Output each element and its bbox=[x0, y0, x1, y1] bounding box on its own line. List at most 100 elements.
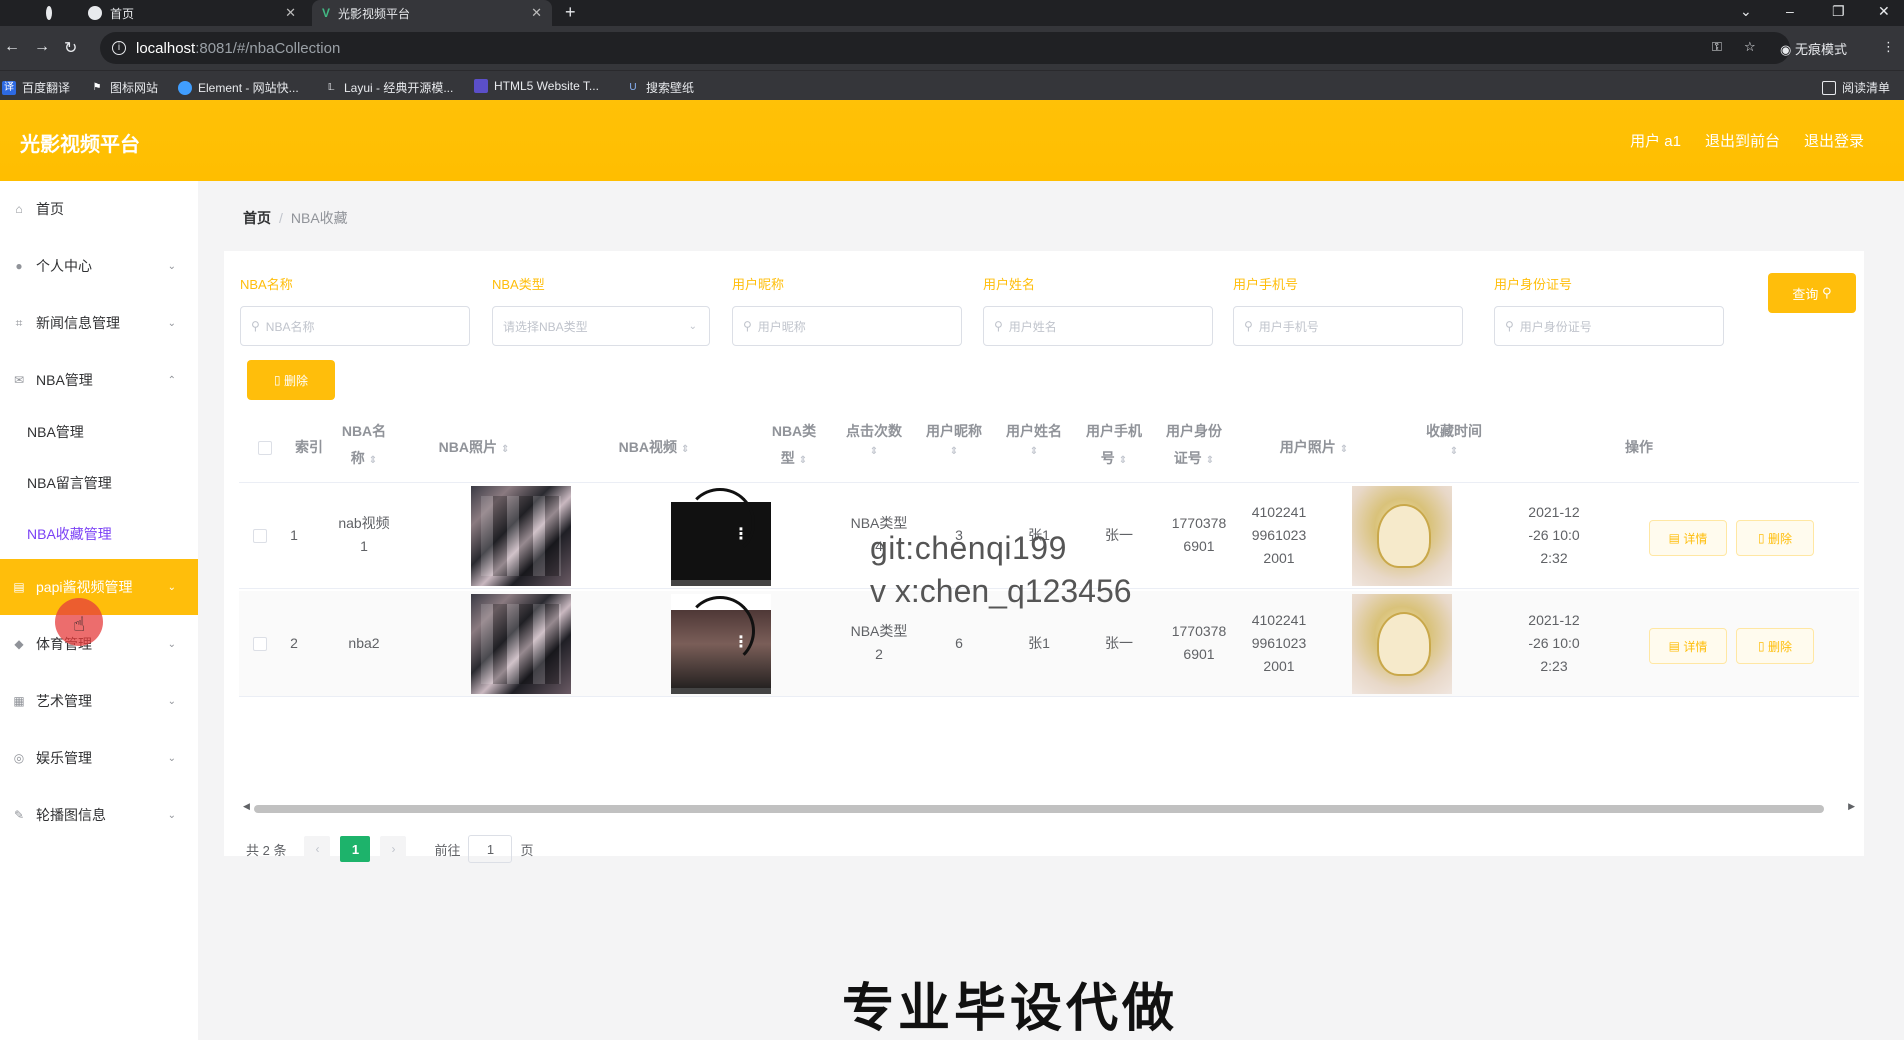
sort-icon[interactable]: ⇕ bbox=[1404, 445, 1504, 459]
sort-icon[interactable]: ⇕ bbox=[681, 444, 689, 455]
sort-icon[interactable]: ⇕ bbox=[501, 444, 509, 455]
goto-page-input[interactable]: 1 bbox=[468, 835, 513, 863]
sidebar-item-carousel[interactable]: ✎ 轮播图信息 ⌄ bbox=[0, 787, 198, 843]
star-icon[interactable]: ☆ bbox=[1744, 39, 1756, 55]
sort-icon[interactable]: ⇕ bbox=[1206, 455, 1214, 466]
new-tab-icon[interactable]: + bbox=[565, 2, 576, 23]
more-options-icon[interactable]: ⋮ bbox=[733, 524, 749, 544]
nba-video-player[interactable]: ⋮ bbox=[671, 486, 771, 586]
submenu-nba-collection[interactable]: NBA收藏管理 bbox=[27, 524, 112, 544]
horizontal-scrollbar[interactable]: ◀ ▶ bbox=[239, 801, 1859, 813]
sidebar-item-home[interactable]: ⌂ 首页 bbox=[0, 181, 198, 237]
breadcrumb-home[interactable]: 首页 bbox=[243, 210, 271, 226]
sort-icon[interactable]: ⇕ bbox=[799, 455, 807, 466]
sort-icon[interactable]: ⇕ bbox=[1340, 444, 1348, 455]
sidebar-item-nba[interactable]: ✉ NBA管理 ⌃ bbox=[0, 352, 198, 408]
submenu-nba[interactable]: NBA管理 bbox=[27, 422, 84, 442]
row-checkbox[interactable] bbox=[253, 637, 267, 651]
close-icon[interactable]: ✕ bbox=[285, 5, 296, 21]
bookmark-item[interactable]: HTML5 Website T... bbox=[474, 79, 599, 93]
nba-video-player[interactable]: ⋮ bbox=[671, 594, 771, 694]
site-info-icon[interactable]: i bbox=[112, 41, 126, 55]
user-photo-thumbnail[interactable] bbox=[1352, 486, 1452, 586]
tab-home[interactable]: 首页 ✕ bbox=[78, 0, 306, 26]
bookmark-item[interactable]: Element - 网站快... bbox=[178, 79, 299, 96]
col-user-photo[interactable]: 用户照片 ⇕ bbox=[1239, 434, 1389, 463]
close-icon[interactable]: ✕ bbox=[531, 5, 542, 21]
name-input[interactable]: ⚲ NBA名称 bbox=[240, 306, 470, 346]
video-progress-bar[interactable] bbox=[671, 580, 771, 586]
user-photo-thumbnail[interactable] bbox=[1352, 594, 1452, 694]
sidebar-item-profile[interactable]: ● 个人中心 ⌄ bbox=[0, 238, 198, 294]
col-name[interactable]: NBA名称 ⇕ bbox=[334, 418, 394, 474]
nickname-input[interactable]: ⚲ 用户昵称 bbox=[732, 306, 962, 346]
col-phone[interactable]: 用户手机号 ⇕ bbox=[1079, 418, 1149, 474]
nba-photo-thumbnail[interactable] bbox=[471, 486, 571, 586]
col-username[interactable]: 用户姓名 ⇕ bbox=[999, 418, 1069, 459]
sidebar-item-papi[interactable]: ▤ papi酱视频管理 ⌄ bbox=[0, 559, 198, 615]
sidebar-item-entertainment[interactable]: ◎ 娱乐管理 ⌄ bbox=[0, 730, 198, 786]
row-delete-button[interactable]: ▯ 删除 bbox=[1736, 520, 1814, 556]
col-nickname[interactable]: 用户昵称 ⇕ bbox=[919, 418, 989, 459]
col-time[interactable]: 收藏时间 ⇕ bbox=[1404, 418, 1504, 459]
sort-icon[interactable]: ⇕ bbox=[999, 445, 1069, 459]
user-link[interactable]: 用户 a1 bbox=[1630, 130, 1681, 151]
detail-button[interactable]: ▤ 详情 bbox=[1649, 628, 1727, 664]
scroll-right-icon[interactable]: ▶ bbox=[1848, 801, 1855, 812]
col-phone-line1: 用户手机 bbox=[1086, 423, 1142, 439]
frontend-link[interactable]: 退出到前台 bbox=[1705, 130, 1780, 151]
tab-platform[interactable]: V 光影视频平台 ✕ bbox=[312, 0, 552, 26]
nba-photo-thumbnail[interactable] bbox=[471, 594, 571, 694]
page-number-button[interactable]: 1 bbox=[340, 836, 371, 862]
col-idcard[interactable]: 用户身份 证号 ⇕ bbox=[1159, 418, 1229, 474]
globe-icon[interactable] bbox=[36, 0, 70, 26]
logout-link[interactable]: 退出登录 bbox=[1804, 130, 1864, 151]
prev-page-button[interactable]: ‹ bbox=[304, 836, 331, 862]
scroll-left-icon[interactable]: ◀ bbox=[243, 801, 250, 812]
row-checkbox[interactable] bbox=[253, 529, 267, 543]
phone-input[interactable]: ⚲ 用户手机号 bbox=[1233, 306, 1463, 346]
sort-icon[interactable]: ⇕ bbox=[919, 445, 989, 459]
col-photo[interactable]: NBA照片 ⇕ bbox=[399, 434, 549, 463]
forward-icon[interactable]: → bbox=[34, 38, 50, 56]
window-close-icon[interactable]: ✕ bbox=[1878, 3, 1890, 20]
username-input[interactable]: ⚲ 用户姓名 bbox=[983, 306, 1213, 346]
incognito-badge[interactable]: ◉ 无痕模式 bbox=[1780, 39, 1847, 58]
sort-icon[interactable]: ⇕ bbox=[1119, 455, 1127, 466]
query-button[interactable]: 查询 ⚲ bbox=[1768, 273, 1856, 313]
next-page-button[interactable]: › bbox=[380, 836, 407, 862]
col-type[interactable]: NBA类型 ⇕ bbox=[759, 418, 829, 474]
idcard-input[interactable]: ⚲ 用户身份证号 bbox=[1494, 306, 1724, 346]
col-video[interactable]: NBA视频 ⇕ bbox=[579, 434, 729, 463]
select-all-checkbox[interactable] bbox=[258, 441, 272, 455]
bookmark-item[interactable]: 译百度翻译 bbox=[2, 79, 70, 96]
col-phone-line2: 号 bbox=[1100, 450, 1115, 466]
incognito-icon: ◉ bbox=[1780, 42, 1795, 57]
kebab-menu-icon[interactable]: ⋮ bbox=[1882, 39, 1895, 55]
bookmark-item[interactable]: U 搜索壁纸 bbox=[626, 79, 694, 96]
back-icon[interactable]: ← bbox=[4, 38, 20, 56]
url-field[interactable]: i localhost:8081/#/nbaCollection bbox=[100, 32, 1790, 64]
sort-icon[interactable]: ⇕ bbox=[839, 445, 909, 459]
reading-list[interactable]: 阅读清单 bbox=[1822, 79, 1890, 96]
more-options-icon[interactable]: ⋮ bbox=[733, 632, 749, 652]
minimize-icon[interactable]: – bbox=[1786, 3, 1794, 19]
app-menu-icon[interactable] bbox=[0, 0, 28, 26]
bookmark-item[interactable]: 𝕃 Layui - 经典开源模... bbox=[324, 79, 454, 96]
tab-search-icon[interactable]: ⌄ bbox=[1740, 3, 1752, 20]
sidebar-item-news[interactable]: ⌗ 新闻信息管理 ⌄ bbox=[0, 295, 198, 351]
detail-button[interactable]: ▤ 详情 bbox=[1649, 520, 1727, 556]
type-select[interactable]: 请选择NBA类型 ⌄ bbox=[492, 306, 710, 346]
bookmark-item[interactable]: ⚑ 图标网站 bbox=[90, 79, 159, 96]
key-icon[interactable]: ⚿ bbox=[1712, 39, 1722, 55]
submenu-nba-comments[interactable]: NBA留言管理 bbox=[27, 473, 112, 493]
scrollbar-thumb[interactable] bbox=[254, 805, 1824, 813]
batch-delete-button[interactable]: ▯ 删除 bbox=[247, 360, 335, 400]
col-clicks[interactable]: 点击次数 ⇕ bbox=[839, 418, 909, 459]
reload-icon[interactable]: ↻ bbox=[64, 38, 77, 58]
sidebar-item-art[interactable]: ▦ 艺术管理 ⌄ bbox=[0, 673, 198, 729]
restore-icon[interactable]: ❐ bbox=[1832, 3, 1845, 20]
sort-icon[interactable]: ⇕ bbox=[369, 455, 377, 466]
video-progress-bar[interactable] bbox=[671, 688, 771, 694]
row-delete-button[interactable]: ▯ 删除 bbox=[1736, 628, 1814, 664]
